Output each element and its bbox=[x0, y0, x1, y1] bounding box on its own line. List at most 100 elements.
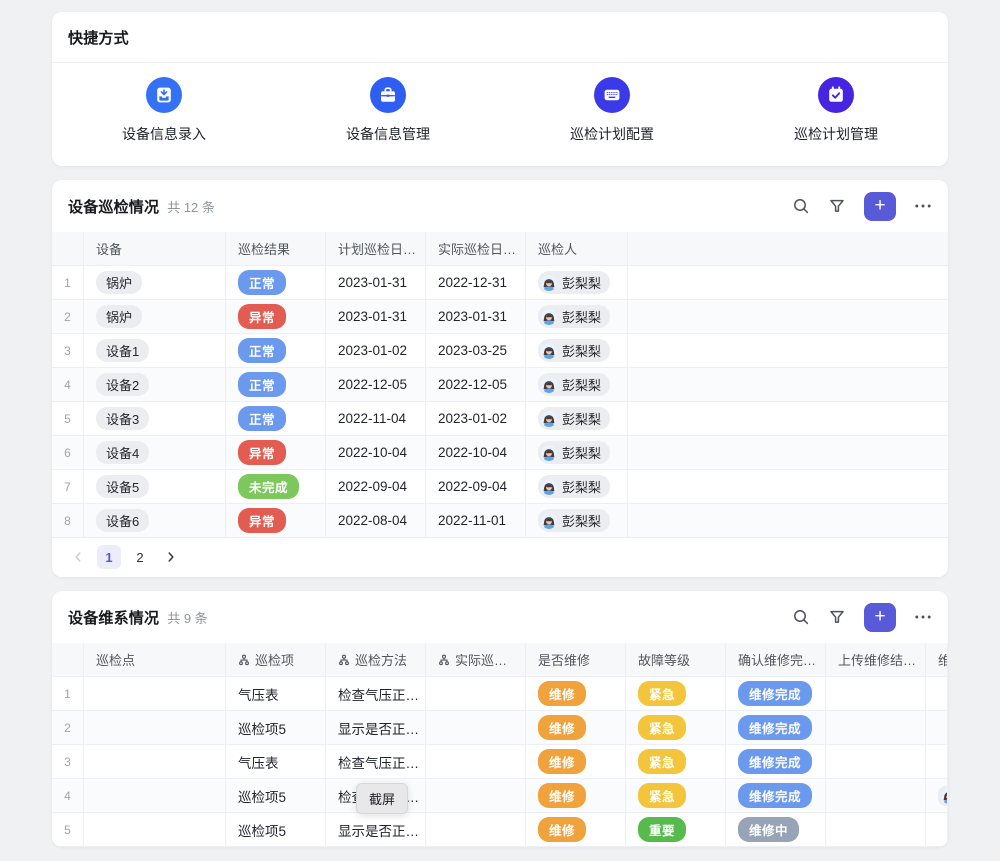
person-name: 彭梨梨 bbox=[562, 443, 601, 462]
shortcut-device-info-manage[interactable]: 设备信息管理 bbox=[276, 77, 500, 144]
cell-text: 2023-01-02 bbox=[338, 343, 407, 358]
shortcuts-header: 快捷方式 bbox=[52, 12, 948, 63]
cell-text: 2022-11-04 bbox=[338, 411, 406, 426]
status-badge: 异常 bbox=[238, 304, 286, 329]
filter-icon[interactable] bbox=[828, 608, 846, 626]
table-row: 2锅炉异常2023-01-312023-01-31彭梨梨 bbox=[52, 300, 948, 334]
table-cell bbox=[826, 745, 926, 778]
avatar bbox=[541, 343, 557, 359]
person-name: 彭梨梨 bbox=[562, 409, 601, 428]
status-badge: 维修 bbox=[538, 749, 586, 774]
shortcut-inspection-plan-config[interactable]: 巡检计划配置 bbox=[500, 77, 724, 144]
column-label: 上传维修结… bbox=[838, 650, 916, 669]
table-cell: 异常 bbox=[226, 300, 326, 333]
table-cell: 彭梨梨 bbox=[526, 266, 628, 299]
person-chip: 彭梨梨 bbox=[538, 509, 610, 532]
status-badge: 维修完成 bbox=[738, 715, 812, 740]
table-row: 1锅炉正常2023-01-312022-12-31彭梨梨 bbox=[52, 266, 948, 300]
cell-text: 2023-03-25 bbox=[438, 343, 507, 358]
cell-text: 2022-10-04 bbox=[438, 445, 507, 460]
shortcut-device-info-entry[interactable]: 设备信息录入 bbox=[52, 77, 276, 144]
page-button-2[interactable]: 2 bbox=[128, 545, 152, 569]
table-cell: 彭梨梨 bbox=[526, 300, 628, 333]
status-badge: 维修 bbox=[538, 715, 586, 740]
cell-text: 气压表 bbox=[238, 752, 279, 772]
table-cell: 维修完成 bbox=[726, 677, 826, 710]
row-number: 6 bbox=[52, 436, 84, 469]
table-cell bbox=[926, 677, 948, 710]
table-cell: 2023-01-31 bbox=[326, 266, 426, 299]
column-label: 巡检方法 bbox=[355, 650, 407, 669]
table-cell bbox=[926, 779, 948, 812]
cell-text: 2022-12-05 bbox=[438, 377, 507, 392]
person-chip: 彭梨梨 bbox=[538, 339, 610, 362]
table-cell: 重要 bbox=[626, 813, 726, 846]
header-filler bbox=[628, 232, 948, 265]
page-button-1[interactable]: 1 bbox=[97, 545, 121, 569]
shortcut-inspection-plan-manage[interactable]: 巡检计划管理 bbox=[724, 77, 948, 144]
row-number: 7 bbox=[52, 470, 84, 503]
avatar bbox=[941, 788, 948, 804]
cell-text: 检查气压正… bbox=[338, 684, 419, 704]
table-cell: 2022-10-04 bbox=[326, 436, 426, 469]
more-icon[interactable] bbox=[914, 608, 932, 626]
table-cell: 正常 bbox=[226, 266, 326, 299]
table-cell bbox=[84, 677, 226, 710]
column-header: 巡检方法 bbox=[326, 643, 426, 676]
table-cell: 设备3 bbox=[84, 402, 226, 435]
column-header: 维 bbox=[926, 643, 948, 676]
prev-page-button[interactable] bbox=[66, 545, 90, 569]
status-badge: 维修 bbox=[538, 783, 586, 808]
cell-text: 2022-08-04 bbox=[338, 513, 407, 528]
row-number: 3 bbox=[52, 745, 84, 778]
column-label: 维 bbox=[938, 650, 948, 669]
person-chip: 彭梨梨 bbox=[538, 441, 610, 464]
search-icon[interactable] bbox=[792, 608, 810, 626]
column-header: 设备 bbox=[84, 232, 226, 265]
avatar bbox=[541, 411, 557, 427]
table-row: 4巡检项5检查是否泄…维修紧急维修完成 bbox=[52, 779, 948, 813]
table-cell: 彭梨梨 bbox=[526, 504, 628, 537]
table-row: 1气压表检查气压正…维修紧急维修完成 bbox=[52, 677, 948, 711]
table-cell: 2022-12-05 bbox=[426, 368, 526, 401]
cell-text: 气压表 bbox=[238, 684, 279, 704]
filter-icon[interactable] bbox=[828, 197, 846, 215]
table-header-row: 巡检点巡检项巡检方法实际巡…是否维修故障等级确认维修完…上传维修结…维 bbox=[52, 643, 948, 677]
inspection-header: 设备巡检情况 共 12 条 + bbox=[52, 180, 948, 232]
shortcut-label: 设备信息管理 bbox=[346, 124, 430, 144]
person-name: 彭梨梨 bbox=[562, 273, 601, 292]
table-cell bbox=[84, 813, 226, 846]
table-cell: 维修 bbox=[526, 677, 626, 710]
column-header: 巡检点 bbox=[84, 643, 226, 676]
search-icon[interactable] bbox=[792, 197, 810, 215]
status-badge: 异常 bbox=[238, 508, 286, 533]
status-badge: 重要 bbox=[638, 817, 686, 842]
keyboard-icon bbox=[594, 77, 630, 113]
row-number: 8 bbox=[52, 504, 84, 537]
lookup-icon bbox=[238, 654, 250, 666]
cell-text: 检查气压正… bbox=[338, 752, 419, 772]
more-icon[interactable] bbox=[914, 197, 932, 215]
next-page-button[interactable] bbox=[159, 545, 183, 569]
person-name: 彭梨梨 bbox=[562, 477, 601, 496]
table-cell: 维修 bbox=[526, 711, 626, 744]
row-number: 2 bbox=[52, 711, 84, 744]
table-cell: 设备1 bbox=[84, 334, 226, 367]
shortcut-label: 设备信息录入 bbox=[122, 124, 206, 144]
table-cell: 维修完成 bbox=[726, 745, 826, 778]
add-record-button[interactable]: + bbox=[864, 603, 896, 632]
person-name: 彭梨梨 bbox=[562, 375, 601, 394]
column-header: 巡检人 bbox=[526, 232, 628, 265]
table-cell: 异常 bbox=[226, 504, 326, 537]
table-cell: 气压表 bbox=[226, 677, 326, 710]
avatar bbox=[541, 377, 557, 393]
tag-pill: 设备1 bbox=[96, 339, 149, 362]
shortcuts-card: 快捷方式 设备信息录入 设备信息管理 巡检计划配置巡检计划管理 bbox=[52, 12, 948, 166]
add-record-button[interactable]: + bbox=[864, 192, 896, 221]
table-cell: 设备4 bbox=[84, 436, 226, 469]
row-filler bbox=[628, 504, 948, 537]
maintenance-header: 设备维系情况 共 9 条 + bbox=[52, 591, 948, 643]
status-badge: 正常 bbox=[238, 270, 286, 295]
table-cell bbox=[826, 779, 926, 812]
row-filler bbox=[628, 402, 948, 435]
